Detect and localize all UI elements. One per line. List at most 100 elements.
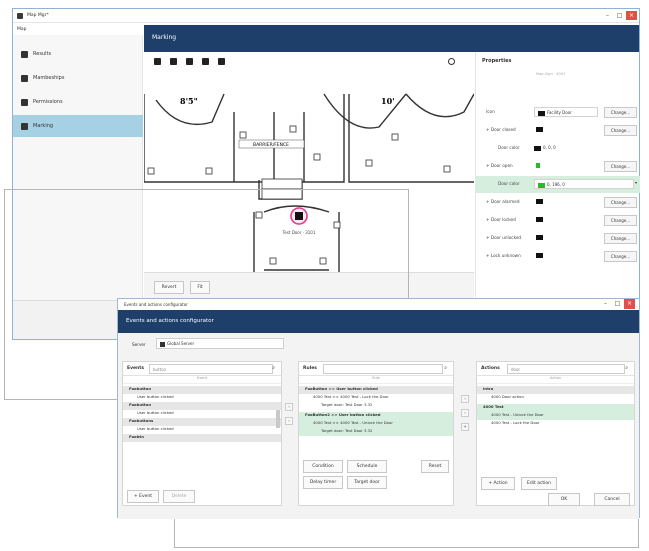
server-icon [160, 341, 165, 347]
chevron-down-icon[interactable]: ▾ [635, 180, 639, 190]
move-right-icon[interactable]: › [285, 417, 293, 425]
prop-row-door-alarmed[interactable]: + Door alarmed Change... [476, 194, 640, 211]
floorplan-toolbar [144, 52, 474, 72]
prop-row-door-closed[interactable]: + Door closed Change... [476, 122, 640, 139]
table-row[interactable]: 4000 Test >> 4000 Test - Unlock the Door [299, 420, 453, 428]
list-item[interactable]: User button clicked [123, 426, 281, 434]
color-swatch [538, 182, 545, 188]
prop-color-value[interactable]: 0, 0, 0 [534, 145, 556, 151]
menu-map[interactable]: Map [17, 27, 27, 32]
close-icon[interactable]: × [624, 299, 635, 309]
camera-tool-icon[interactable] [186, 58, 193, 65]
list-item[interactable]: Foobuttons [123, 418, 281, 426]
nav-item-results[interactable]: Results [13, 43, 143, 65]
prop-value-text: 0, 0, 0 [543, 145, 556, 150]
change-button[interactable]: Change... [604, 125, 637, 136]
list-item[interactable]: 4000 Test - Lock the Door [477, 420, 634, 428]
events-search-input[interactable]: button [149, 364, 273, 374]
cancel-button[interactable]: Cancel [594, 493, 630, 506]
rules-column-header: Rule [299, 376, 453, 384]
rules-search-input[interactable] [323, 364, 443, 374]
properties-title: Properties [482, 58, 512, 64]
nav-item-mambeships[interactable]: Mambeships [13, 67, 143, 89]
settings-icon[interactable] [448, 58, 455, 65]
change-button[interactable]: Change... [604, 251, 637, 262]
prop-label: + Door closed [486, 127, 516, 132]
table-row[interactable]: Target door: Test Door 3.32 [299, 402, 453, 410]
rules-panel: Rules ⌕ Rule FooButton >> User button cl… [298, 361, 454, 506]
add-rule-icon[interactable]: + [461, 423, 469, 431]
scrollbar[interactable] [276, 410, 280, 428]
condition-button[interactable]: Condition [303, 460, 343, 473]
prop-label: + Door alarmed [486, 199, 520, 204]
move-left-icon[interactable]: ‹ [285, 403, 293, 411]
maximize-icon[interactable]: □ [614, 11, 625, 20]
prop-row-lock-unknown[interactable]: + Lock unknown Change... [476, 248, 640, 265]
change-button[interactable]: Change... [604, 233, 637, 244]
table-row[interactable]: 4000 Test >> 4000 Test - Lock the Door [299, 394, 453, 402]
list-item[interactable]: Foobutton [123, 402, 281, 410]
move-up-icon[interactable]: ‹ [461, 395, 469, 403]
search-icon[interactable]: ⌕ [625, 365, 628, 371]
rules-title: Rules [303, 366, 317, 371]
door-icon [538, 110, 545, 116]
schedule-button[interactable]: Schedule [347, 460, 387, 473]
delay-timer-button[interactable]: Delay timer [303, 476, 343, 489]
list-item[interactable]: Foobutton [123, 386, 281, 394]
list-item[interactable]: Foobtn [123, 434, 281, 442]
prop-row-door-open[interactable]: + Door open Change... [476, 158, 640, 175]
table-row[interactable]: Target door: Test Door 3.32 [299, 428, 453, 436]
app-icon [17, 13, 23, 19]
prop-row-door-locked[interactable]: + Door locked Change... [476, 212, 640, 229]
maximize-icon[interactable]: □ [612, 300, 623, 308]
change-button[interactable]: Change... [604, 161, 637, 172]
nav-item-permissions[interactable]: Permissions [13, 91, 143, 113]
prop-color-input[interactable]: 0, 196, 0 [534, 179, 634, 189]
prop-label: + Lock unknown [486, 253, 521, 258]
prop-row-door-unlocked[interactable]: + Door unlocked Change... [476, 230, 640, 247]
nav-label: Marking [33, 123, 54, 129]
button-label: Event [139, 494, 153, 499]
search-icon[interactable]: ⌕ [272, 365, 275, 371]
ok-button[interactable]: OK [548, 493, 580, 506]
table-row[interactable]: FooButton2 >> User button clicked [299, 412, 453, 420]
events-actions-dialog: Events and actions configurator – □ × Ev… [117, 298, 640, 519]
target-door-button[interactable]: Target door [347, 476, 387, 489]
delete-event-button[interactable]: Delete [163, 490, 195, 503]
table-row[interactable]: FooButton >> User button clicked [299, 386, 453, 394]
change-button[interactable]: Change... [604, 197, 637, 208]
dialog-titlebar: Events and actions configurator – □ × [118, 299, 639, 310]
close-icon[interactable]: × [626, 11, 637, 20]
door-tool-icon[interactable] [170, 58, 177, 65]
prop-icon-select[interactable]: Facility Door [534, 107, 598, 117]
search-icon[interactable]: ⌕ [444, 365, 447, 371]
reset-button[interactable]: Reset [421, 460, 449, 473]
add-action-button[interactable]: + Action [481, 477, 515, 490]
window-title: Map Mgr* [27, 13, 49, 18]
list-item[interactable]: Intro [477, 386, 634, 394]
list-item[interactable]: 4000 Test [477, 404, 634, 412]
change-button[interactable]: Change... [604, 107, 637, 118]
server-select[interactable]: Global Server [156, 338, 284, 349]
dialog-body: Server Global Server Events button ⌕ Eve… [118, 333, 639, 519]
edit-action-button[interactable]: Edit action [521, 477, 557, 490]
list-item[interactable]: User button clicked [123, 394, 281, 402]
dialog-header: Events and actions configurator [118, 310, 639, 333]
add-event-button[interactable]: + Event [127, 490, 159, 503]
properties-column-hint: Map-Sign · 4001 [536, 72, 566, 76]
change-button[interactable]: Change... [604, 215, 637, 226]
select-tool-icon[interactable] [154, 58, 161, 65]
minimize-icon[interactable]: – [602, 11, 613, 20]
actions-search-input[interactable]: door [507, 364, 625, 374]
list-item[interactable]: User button clicked [123, 410, 281, 418]
list-item[interactable]: 4000 Test - Unlock the Door [477, 412, 634, 420]
prop-row-icon: Icon Facility Door Change... [476, 104, 640, 121]
delete-tool-icon[interactable] [218, 58, 225, 65]
prop-label: + Door unlocked [486, 235, 522, 240]
sensor-tool-icon[interactable] [202, 58, 209, 65]
minimize-icon[interactable]: – [600, 300, 611, 308]
nav-item-marking[interactable]: Marking [13, 115, 143, 137]
unknown-lock-icon [536, 253, 543, 258]
move-down-icon[interactable]: › [461, 409, 469, 417]
list-item[interactable]: 4000 Door action [477, 394, 634, 402]
